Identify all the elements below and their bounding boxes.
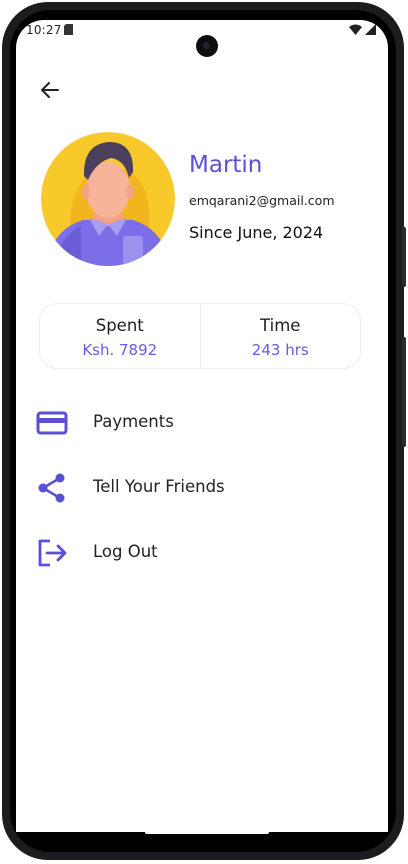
logout-icon bbox=[38, 539, 67, 567]
avatar[interactable] bbox=[41, 132, 175, 266]
menu-item-payments[interactable]: Payments bbox=[36, 401, 366, 445]
back-arrow-icon[interactable] bbox=[36, 76, 64, 104]
member-since: Since June, 2024 bbox=[189, 223, 324, 242]
status-time: 10:27 bbox=[26, 23, 62, 37]
volume-button bbox=[402, 227, 406, 287]
profile-name: Martin bbox=[189, 152, 263, 178]
menu-item-label: Payments bbox=[93, 412, 174, 431]
wifi-icon bbox=[349, 24, 362, 35]
gesture-nav-bar[interactable] bbox=[145, 830, 269, 834]
stat-spent: Spent Ksh. 7892 bbox=[40, 304, 200, 368]
stat-value: Ksh. 7892 bbox=[82, 341, 158, 359]
menu-item-tell-friends[interactable]: Tell Your Friends bbox=[36, 466, 366, 510]
phone-bezel: 10:27 Martin emqarani2@gmail.com Since J… bbox=[10, 10, 396, 852]
share-icon bbox=[38, 473, 65, 503]
menu-item-label: Log Out bbox=[93, 542, 158, 561]
power-button bbox=[402, 337, 406, 447]
app-screen: 10:27 Martin emqarani2@gmail.com Since J… bbox=[16, 20, 388, 832]
stats-card: Spent Ksh. 7892 Time 243 hrs bbox=[39, 303, 361, 369]
menu-item-log-out[interactable]: Log Out bbox=[36, 531, 366, 575]
menu-item-label: Tell Your Friends bbox=[93, 477, 225, 496]
front-camera bbox=[196, 35, 218, 57]
sim-icon bbox=[64, 24, 73, 35]
signal-icon bbox=[365, 24, 376, 35]
profile-email: emqarani2@gmail.com bbox=[189, 193, 335, 208]
credit-card-icon bbox=[36, 411, 68, 435]
stat-value: 243 hrs bbox=[251, 341, 309, 359]
stat-time: Time 243 hrs bbox=[199, 304, 361, 368]
stat-label: Spent bbox=[95, 316, 144, 335]
phone-frame: 10:27 Martin emqarani2@gmail.com Since J… bbox=[2, 2, 406, 860]
stat-label: Time bbox=[260, 316, 301, 335]
